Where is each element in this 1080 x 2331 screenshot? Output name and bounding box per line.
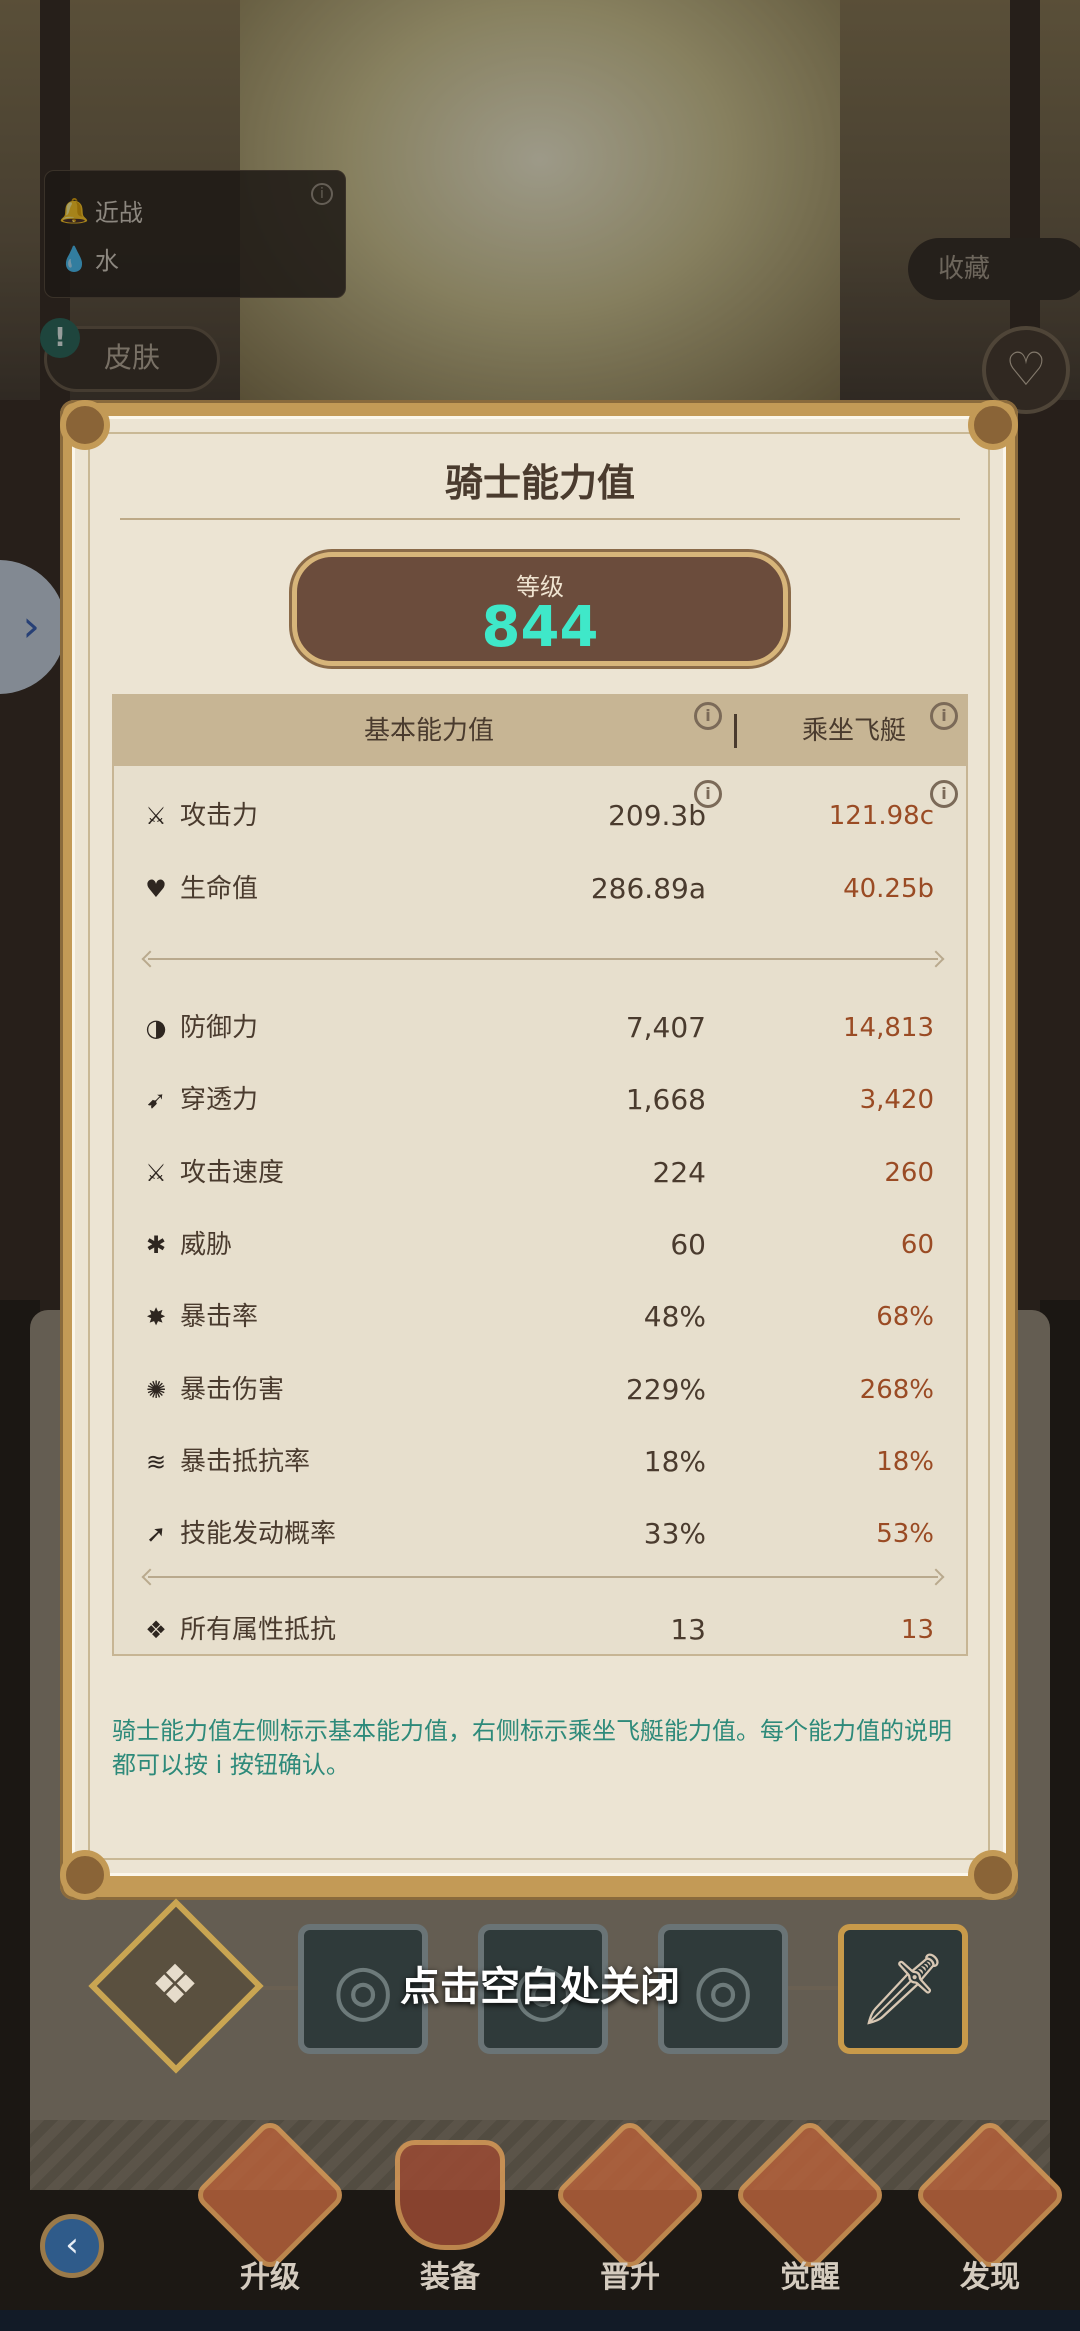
stat-base-value: 209.3b [608,799,706,832]
crit-rate-icon: ✸ [145,1303,167,1332]
stat-label: 攻击速度 [180,1157,285,1188]
nav-label: 觉醒 [780,2260,840,2295]
close-hint[interactable]: 点击空白处关闭 [0,1954,1080,2012]
section-divider [148,1576,938,1578]
stat-row: ≋ 暴击抵抗率 18% 18% [114,1438,966,1486]
stat-base-value: 48% [643,1300,706,1334]
heart-plus-icon: ♥ [145,875,167,903]
stat-row: ✺ 暴击伤害 229% 268% [114,1366,966,1414]
stat-row: ➚ 技能发动概率 33% 53% [114,1510,966,1558]
stat-mount-value: 121.98c [828,801,934,831]
stat-base-value: 7,407 [625,1011,706,1044]
stat-label: 所有属性抵抗 [180,1615,337,1645]
stat-row: ♥ 生命值 286.89a 40.25b [114,865,966,913]
stat-label: 生命值 [180,874,259,904]
corner-ornament [968,1850,1018,1900]
stats-table: 基本能力值 乘坐飞艇 i i i i ⚔ 攻击力 209.3b 121.98c ♥ 生命值… [112,694,968,1656]
info-icon[interactable]: i [930,702,958,730]
stat-mount-value: 260 [884,1157,934,1188]
crit-resist-icon: ≋ [145,1447,167,1476]
shield-icon [395,2140,505,2250]
corner-ornament [60,400,110,450]
nav-upgrade[interactable]: 升级 [192,2117,348,2295]
stat-mount-value: 53% [876,1519,934,1550]
stat-label: 暴击率 [180,1302,259,1333]
stat-row: ❖ 所有属性抵抗 13 13 [114,1606,966,1654]
stat-base-value: 286.89a [590,872,706,905]
nav-promote[interactable]: 晋升 [552,2117,708,2295]
stat-row: ✱ 威胁 60 60 [114,1221,966,1269]
stat-base-value: 224 [652,1155,706,1189]
stat-base-value: 60 [670,1227,706,1261]
stat-mount-value: 3,420 [859,1085,934,1116]
level-badge: 等级 844 [292,552,788,666]
crit-damage-icon: ✺ [145,1375,167,1404]
stat-label: 暴击伤害 [180,1374,285,1405]
star-icon [552,2117,708,2273]
threat-icon: ✱ [145,1230,167,1259]
back-arrow-icon[interactable]: ‹ [40,2214,104,2278]
stat-label: 威胁 [180,1229,233,1260]
stat-label: 穿透力 [180,1085,259,1116]
corner-ornament [60,1850,110,1900]
table-header: 基本能力值 乘坐飞艇 i i [114,696,966,766]
header-mount: 乘坐飞艇 [801,716,906,746]
stat-row: ➹ 穿透力 1,668 3,420 [114,1076,966,1124]
nav-label: 发现 [960,2260,1020,2295]
stat-label: 暴击抵抗率 [180,1446,311,1477]
awaken-icon [732,2117,888,2273]
info-icon[interactable]: i [694,702,722,730]
nav-label: 升级 [240,2260,300,2295]
header-base: 基本能力值 [363,716,494,746]
stat-base-value: 33% [643,1517,706,1551]
nav-label: 晋升 [600,2260,660,2295]
stat-mount-value: 18% [876,1446,934,1477]
header-separator [734,714,737,748]
attack-speed-icon: ⚔ [145,1158,167,1187]
pierce-icon: ➹ [145,1086,167,1115]
stat-mount-value: 13 [900,1615,934,1645]
shield-half-icon: ◑ [145,1014,167,1042]
stat-row: ⚔ 攻击速度 224 260 [114,1149,966,1197]
stat-label: 技能发动概率 [180,1519,337,1550]
corner-ornament [968,400,1018,450]
panel-title: 骑士能力值 [444,461,635,505]
stat-row: ⚔ 攻击力 209.3b 121.98c [114,792,966,840]
stat-mount-value: 60 [900,1229,934,1260]
stat-base-value: 1,668 [625,1083,706,1117]
title-divider [120,518,960,520]
stat-base-value: 18% [643,1444,706,1478]
stat-base-value: 13 [670,1613,706,1646]
nav-equipment[interactable]: 装备 [380,2140,520,2295]
panel-description: 骑士能力值左侧标示基本能力值，右侧标示乘坐飞艇能力值。每个能力值的说明都可以按 … [112,1717,952,1779]
section-divider [148,958,938,960]
stat-base-value: 229% [625,1372,706,1406]
level-value: 844 [481,595,599,660]
stat-mount-value: 40.25b [843,874,934,904]
nav-awaken[interactable]: 觉醒 [732,2117,888,2295]
nav-label: 装备 [420,2260,480,2295]
stat-row: ◑ 防御力 7,407 14,813 [114,1004,966,1052]
stat-row: ✸ 暴击率 48% 68% [114,1293,966,1341]
nav-discover[interactable]: 发现 [912,2117,1068,2295]
stat-label: 攻击力 [180,801,259,831]
stat-label: 防御力 [180,1013,259,1043]
upgrade-icon [192,2117,348,2273]
all-resist-icon: ❖ [145,1616,167,1644]
discover-icon [912,2117,1068,2273]
stat-mount-value: 14,813 [843,1013,934,1043]
stat-mount-value: 268% [859,1374,934,1405]
skill-proc-icon: ➚ [145,1520,167,1549]
stat-mount-value: 68% [876,1302,934,1333]
sword-icon: ⚔ [145,802,167,830]
